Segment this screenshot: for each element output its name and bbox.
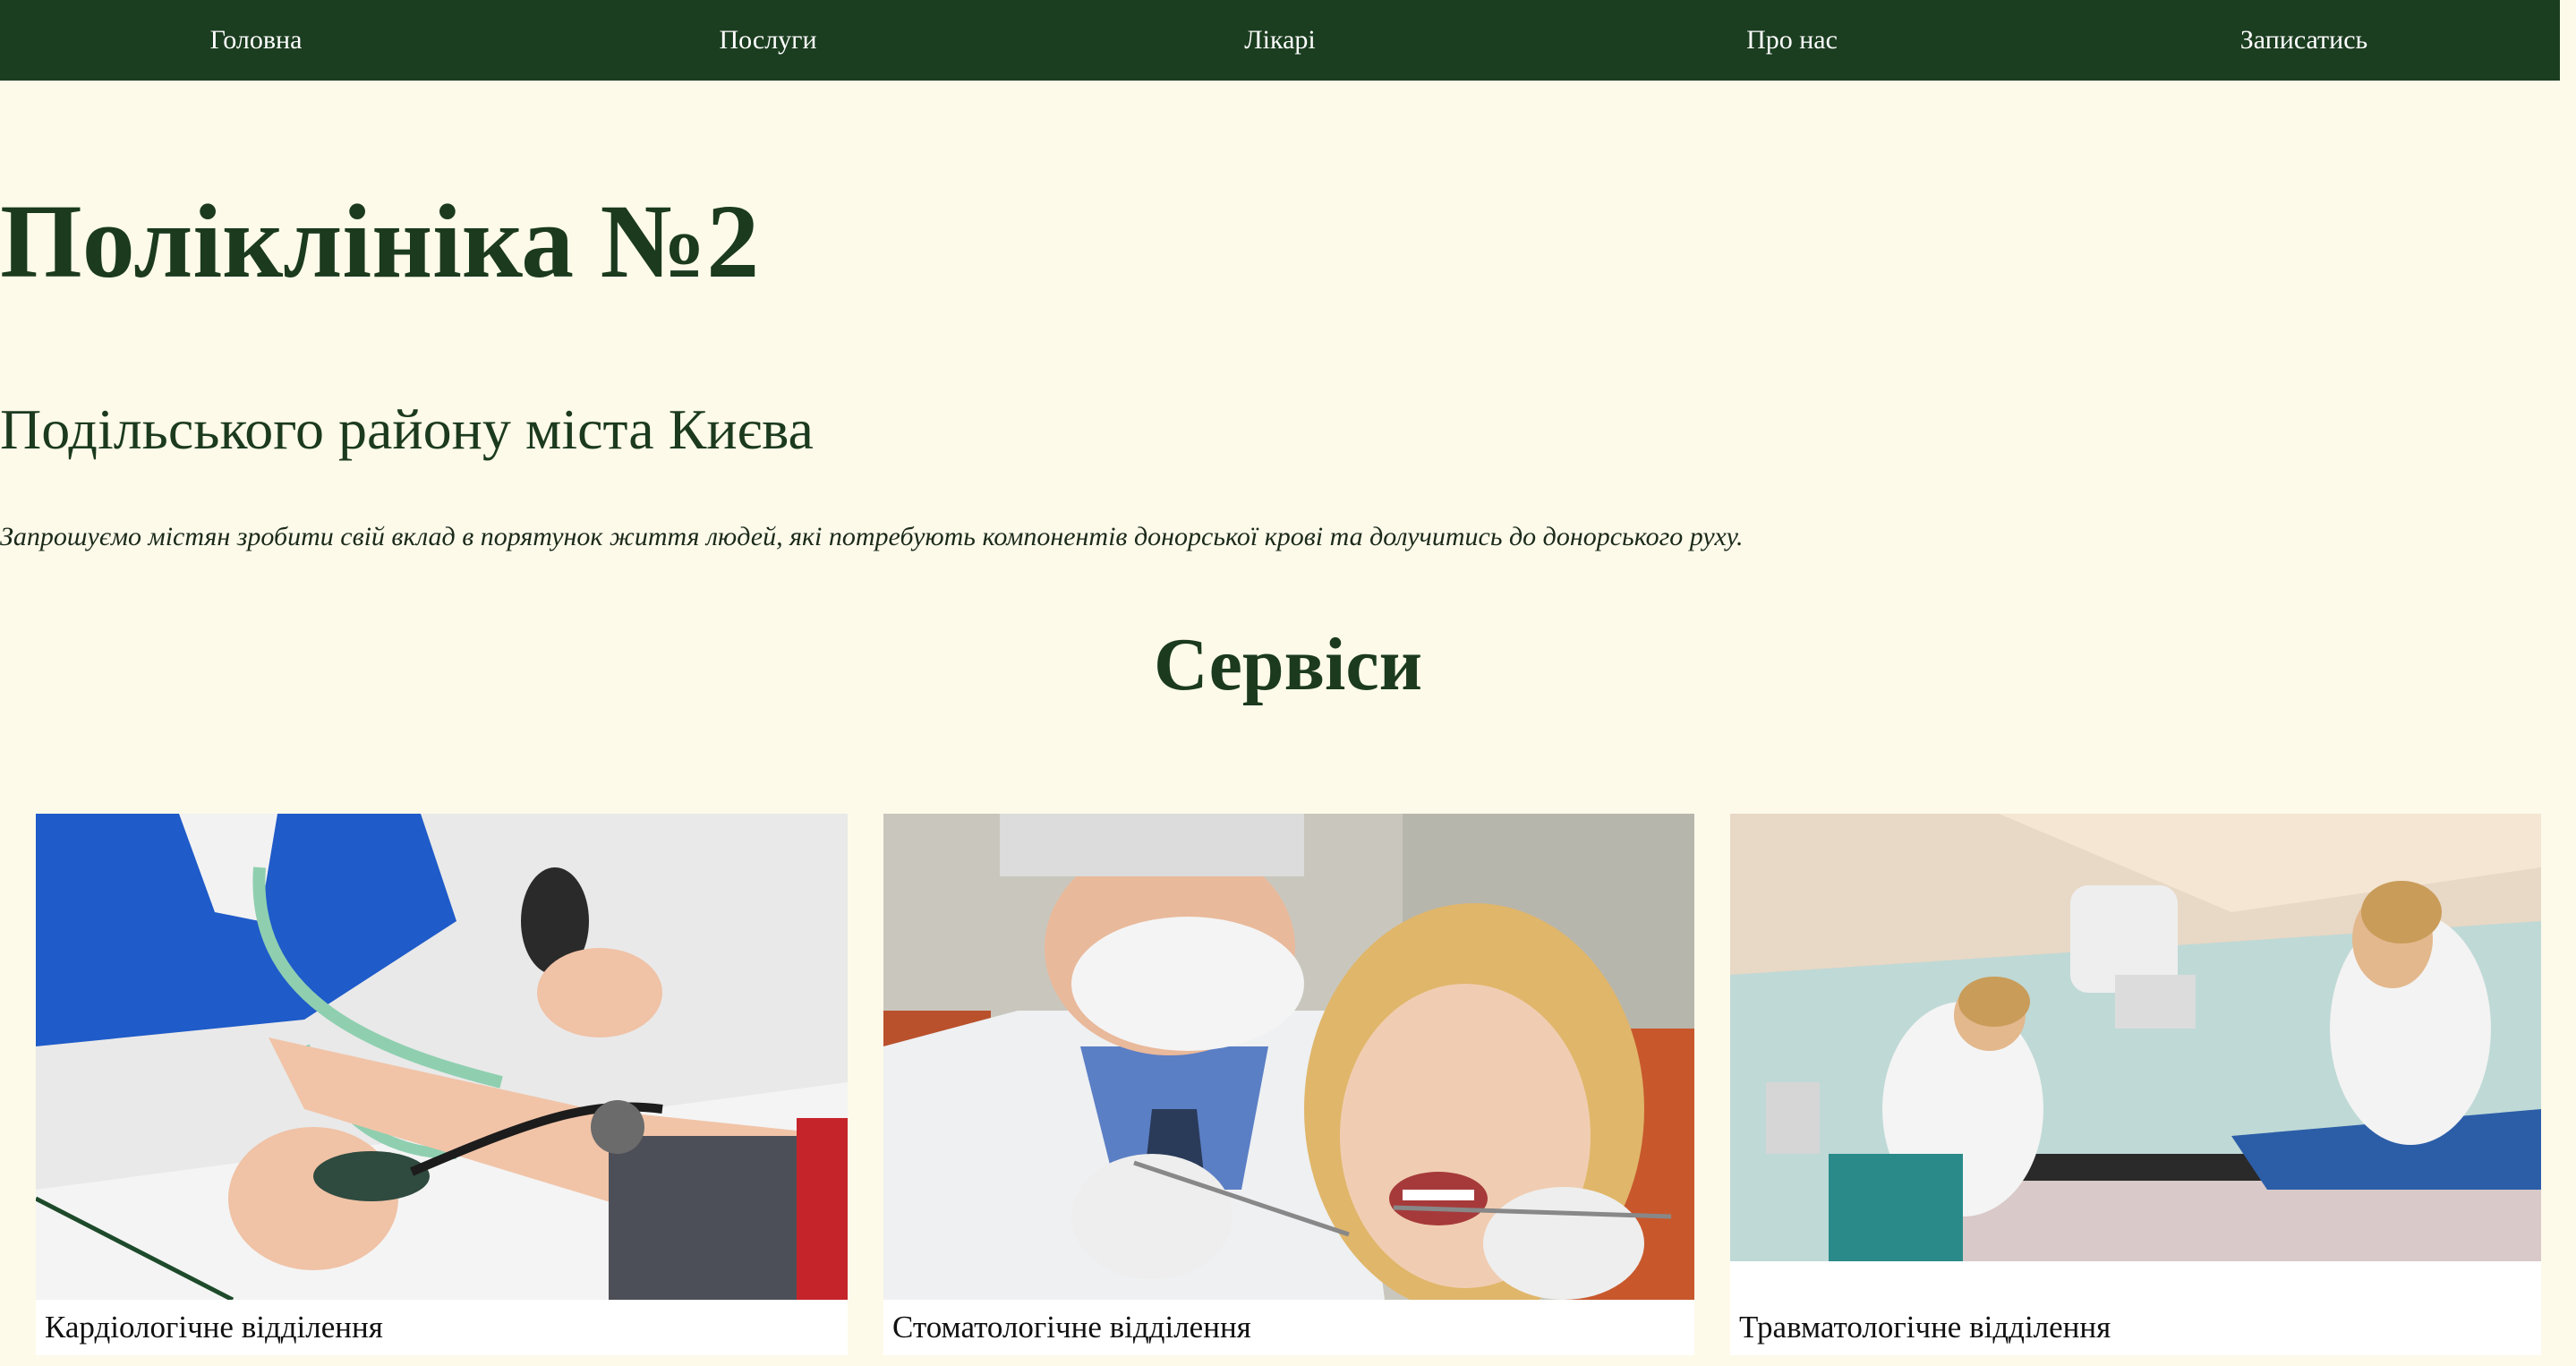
traumatology-image [1730, 814, 2541, 1261]
services-heading: Сервіси [1153, 623, 1423, 706]
nav-about[interactable]: Про нас [1536, 0, 2048, 81]
service-card-traumatology[interactable]: Травматологічне відділення [1730, 814, 2541, 1355]
dentistry-image [883, 814, 1694, 1300]
main-nav: Головна Послуги Лікарі Про нас Записатис… [0, 0, 2560, 81]
intro-text: Запрошуємо містян зробити свій вклад в п… [0, 522, 1744, 551]
nav-appointment[interactable]: Записатись [2048, 0, 2560, 81]
service-caption: Травматологічне відділення [1739, 1310, 2111, 1345]
service-card-cardiology[interactable]: Кардіологічне відділення [36, 814, 848, 1355]
nav-services[interactable]: Послуги [512, 0, 1024, 81]
service-caption: Стоматологічне відділення [892, 1310, 1251, 1345]
page-subtitle: Подільського району міста Києва [0, 397, 814, 461]
service-caption: Кардіологічне відділення [45, 1310, 383, 1345]
nav-doctors[interactable]: Лікарі [1024, 0, 1536, 81]
cardiology-image [36, 814, 848, 1300]
service-card-dentistry[interactable]: Стоматологічне відділення [883, 814, 1694, 1355]
nav-home[interactable]: Головна [0, 0, 512, 81]
page-title: Поліклініка №2 [0, 183, 760, 300]
